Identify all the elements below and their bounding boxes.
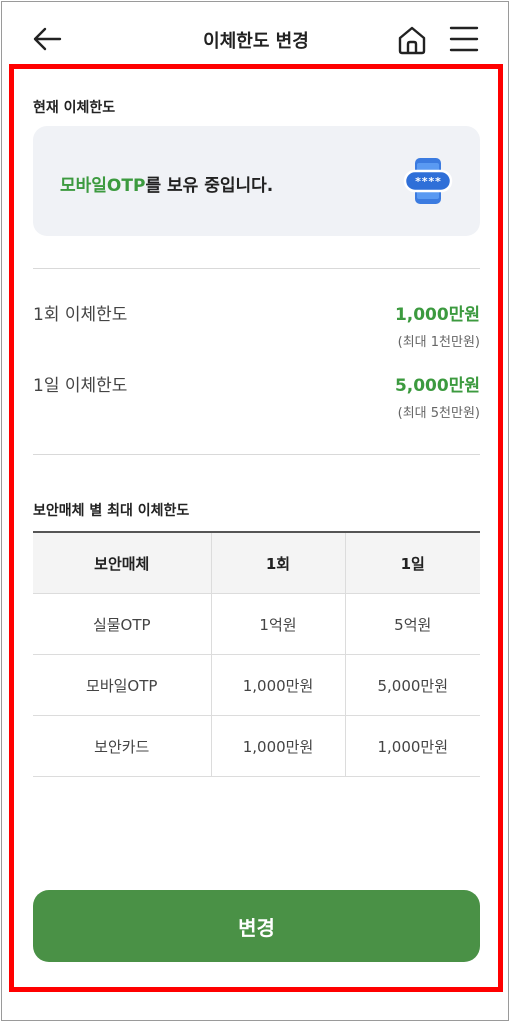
table-cell-daily: 5,000만원 [345, 654, 480, 716]
table-cell-media: 실물OTP [33, 593, 212, 655]
table-row: 실물OTP 1억원 5억원 [33, 593, 480, 655]
otp-type-label: 모바일OTP [60, 176, 146, 196]
divider [33, 268, 480, 269]
home-button[interactable] [396, 24, 428, 56]
otp-status-text: 모바일OTP를 보유 중입니다. [60, 171, 273, 196]
otp-icon-mask: **** [415, 175, 442, 188]
current-limit-heading: 현재 이체한도 [33, 100, 116, 116]
daily-limit-max: (최대 5천만원) [397, 406, 480, 421]
otp-status-card: 모바일OTP를 보유 중입니다. **** [33, 126, 480, 236]
table-row: 보안카드 1,000만원 1,000만원 [33, 715, 480, 777]
security-limit-table: 보안매체 1회 1일 실물OTP 1억원 5억원 모바일OTP 1,000만원 … [33, 531, 480, 777]
per-transfer-limit-label: 1회 이체한도 [33, 305, 128, 325]
daily-limit-value: 5,000만원 [394, 376, 480, 396]
table-cell-media: 모바일OTP [33, 654, 212, 716]
app-header: 이체한도 변경 [0, 0, 512, 78]
table-row: 모바일OTP 1,000만원 5,000만원 [33, 654, 480, 716]
daily-limit-label: 1일 이체한도 [33, 376, 128, 396]
hamburger-menu-icon [449, 26, 479, 52]
home-icon [398, 26, 426, 55]
table-cell-media: 보안카드 [33, 715, 212, 777]
page-title: 이체한도 변경 [203, 31, 309, 52]
column-header-daily: 1일 [345, 532, 480, 594]
table-cell-per-transfer: 1,000만원 [211, 715, 346, 777]
change-button[interactable]: 변경 [33, 890, 480, 962]
table-cell-per-transfer: 1,000만원 [211, 654, 346, 716]
security-table-heading: 보안매체 별 최대 이체한도 [33, 503, 190, 519]
table-cell-daily: 1,000만원 [345, 715, 480, 777]
arrow-left-icon [33, 27, 62, 51]
column-header-media: 보안매체 [33, 532, 212, 594]
mobile-otp-icon: **** [403, 156, 453, 206]
otp-status-suffix: 를 보유 중입니다. [145, 176, 274, 196]
per-transfer-limit-max: (최대 1천만원) [397, 335, 480, 350]
table-header-row: 보안매체 1회 1일 [33, 532, 480, 594]
column-header-per-transfer: 1회 [211, 532, 346, 594]
back-button[interactable] [30, 24, 64, 54]
menu-button[interactable] [448, 24, 480, 54]
per-transfer-limit-value: 1,000만원 [394, 305, 480, 325]
table-cell-daily: 5억원 [345, 593, 480, 655]
table-cell-per-transfer: 1억원 [211, 593, 346, 655]
divider [33, 454, 480, 455]
